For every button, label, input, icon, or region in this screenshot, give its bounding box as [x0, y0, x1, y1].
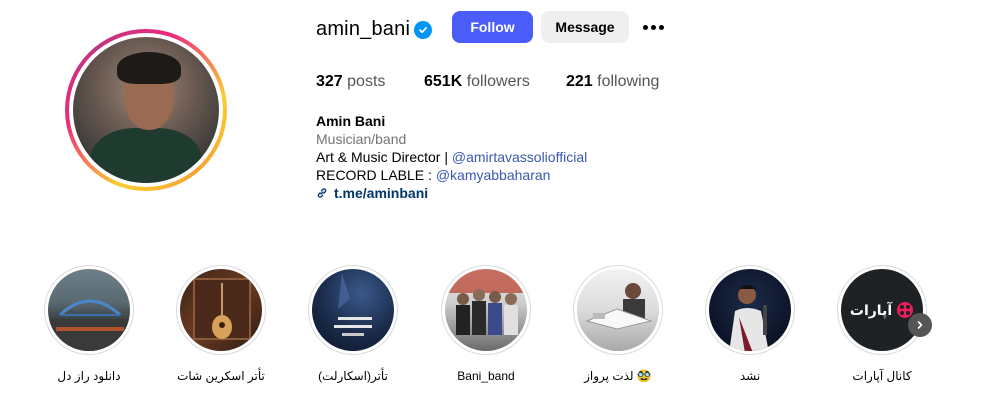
- highlight-item[interactable]: لذت پرواز 🥸: [573, 265, 663, 383]
- highlight-cover: [48, 269, 130, 351]
- highlight-item[interactable]: Bani_band: [441, 265, 531, 383]
- highlight-label: نشد: [739, 369, 761, 383]
- aparat-text: آپارات: [849, 301, 893, 318]
- followers-count: 651K: [424, 73, 463, 90]
- follow-button[interactable]: Follow: [452, 11, 533, 43]
- highlight-cover: [445, 269, 527, 351]
- profile-full-name: Amin Bani: [316, 113, 386, 129]
- bio-line-2-text: RECORD LABLE :: [316, 167, 436, 183]
- mention-link[interactable]: @kamyabbaharan: [436, 167, 551, 183]
- posts-label: posts: [347, 73, 386, 90]
- posts-stat: 327 posts: [316, 73, 385, 91]
- highlight-cover: [312, 269, 394, 351]
- highlight-cover: [709, 269, 791, 351]
- highlight-item[interactable]: دانلود راز دل: [44, 265, 134, 383]
- highlight-cover: [577, 269, 659, 351]
- highlight-cover: آپارات: [841, 269, 923, 351]
- highlight-label: Bani_band: [457, 369, 515, 383]
- highlight-item[interactable]: تأتر اسکرین شات: [176, 265, 266, 383]
- link-icon: [317, 188, 327, 198]
- bio-line-2: RECORD LABLE : @kamyabbaharan: [316, 166, 550, 184]
- followers-label: followers: [466, 73, 530, 90]
- verified-badge-icon: [414, 21, 432, 39]
- highlight-label: تأتر(اسکارلت): [318, 369, 388, 383]
- highlight-label: کانال آپارات: [852, 369, 912, 383]
- following-stat[interactable]: 221 following: [566, 73, 659, 91]
- message-button[interactable]: Message: [541, 11, 629, 43]
- external-link[interactable]: t.me/aminbani: [316, 184, 428, 202]
- avatar-photo: [73, 37, 219, 183]
- more-options-icon[interactable]: [641, 15, 665, 39]
- bio-line-1: Art & Music Director | @amirtavassolioff…: [316, 148, 587, 166]
- followers-stat[interactable]: 651K followers: [424, 73, 530, 91]
- highlight-label: تأتر اسکرین شات: [177, 369, 265, 383]
- profile-avatar[interactable]: [65, 29, 227, 191]
- profile-username: amin_bani: [316, 18, 411, 40]
- profile-category: Musician/band: [316, 131, 407, 147]
- posts-count: 327: [316, 73, 343, 90]
- following-label: following: [597, 73, 660, 90]
- highlight-label: دانلود راز دل: [57, 369, 121, 383]
- bio-line-1-text: Art & Music Director |: [316, 149, 452, 165]
- external-link-text: t.me/aminbani: [334, 185, 429, 201]
- chevron-right-icon[interactable]: [908, 313, 932, 337]
- mention-link[interactable]: @amirtavassoliofficial: [452, 149, 587, 165]
- following-count: 221: [566, 73, 593, 90]
- highlight-label: لذت پرواز 🥸: [584, 369, 652, 383]
- highlight-item[interactable]: نشد: [705, 265, 795, 383]
- highlight-cover: [180, 269, 262, 351]
- highlight-item[interactable]: تأتر(اسکارلت): [308, 265, 398, 383]
